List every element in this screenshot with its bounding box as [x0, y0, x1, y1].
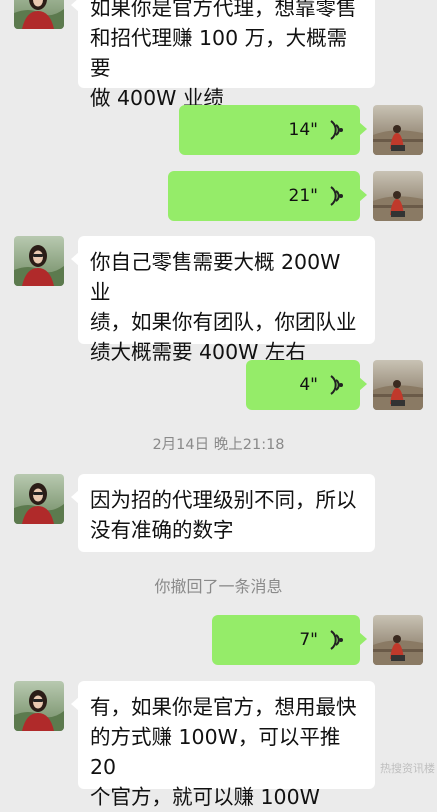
self-avatar[interactable]: [373, 171, 423, 221]
message-line: 有，如果你是官方，想用最快: [90, 695, 357, 719]
self-avatar[interactable]: [373, 105, 423, 155]
voice-message-bubble[interactable]: 7": [212, 615, 367, 665]
self-avatar[interactable]: [373, 615, 423, 665]
contact-avatar[interactable]: [14, 0, 64, 29]
voice-wave-icon: [330, 120, 343, 140]
message-line: 绩，如果你有团队，你团队业: [90, 310, 357, 334]
recall-notice: 你撤回了一条消息: [154, 577, 283, 596]
message-line: 的方式赚 100W，可以平推 20: [90, 725, 341, 779]
voice-duration: 14": [288, 120, 318, 140]
message-line: 个官方，就可以赚 100W: [90, 785, 320, 809]
voice-duration: 7": [299, 630, 318, 650]
voice-message-bubble[interactable]: 14": [179, 105, 367, 155]
contact-avatar[interactable]: [14, 681, 64, 731]
chat-timestamp: 2月14日 晚上21:18: [152, 437, 285, 453]
message-line: 你自己零售需要大概 200W 业: [90, 250, 341, 304]
voice-message-bubble[interactable]: 21": [168, 171, 367, 221]
incoming-message-bubble[interactable]: 你自己零售需要大概 200W 业 绩，如果你有团队，你团队业 绩大概需要 400…: [71, 236, 375, 364]
voice-message-bubble[interactable]: 4": [246, 360, 367, 410]
message-line: 没有准确的数字: [90, 518, 234, 542]
watermark: 热搜资讯楼: [380, 762, 435, 775]
contact-avatar[interactable]: [14, 474, 64, 524]
incoming-message-bubble[interactable]: 有，如果你是官方，想用最快 的方式赚 100W，可以平推 20 个官方，就可以赚…: [71, 681, 375, 809]
message-line: 和招代理赚 100 万，大概需要: [90, 26, 348, 80]
voice-wave-icon: [330, 375, 343, 395]
incoming-message-bubble[interactable]: 如果你是官方代理，想靠零售 和招代理赚 100 万，大概需要 做 400W 业绩: [71, 0, 375, 110]
incoming-message-bubble[interactable]: 因为招的代理级别不同，所以 没有准确的数字: [71, 474, 375, 552]
message-line: 因为招的代理级别不同，所以: [90, 488, 357, 512]
voice-duration: 21": [288, 186, 318, 206]
voice-wave-icon: [330, 186, 343, 206]
voice-wave-icon: [330, 630, 343, 650]
contact-avatar[interactable]: [14, 236, 64, 286]
self-avatar[interactable]: [373, 360, 423, 410]
message-line: 如果你是官方代理，想靠零售: [90, 0, 357, 20]
voice-duration: 4": [299, 375, 318, 395]
